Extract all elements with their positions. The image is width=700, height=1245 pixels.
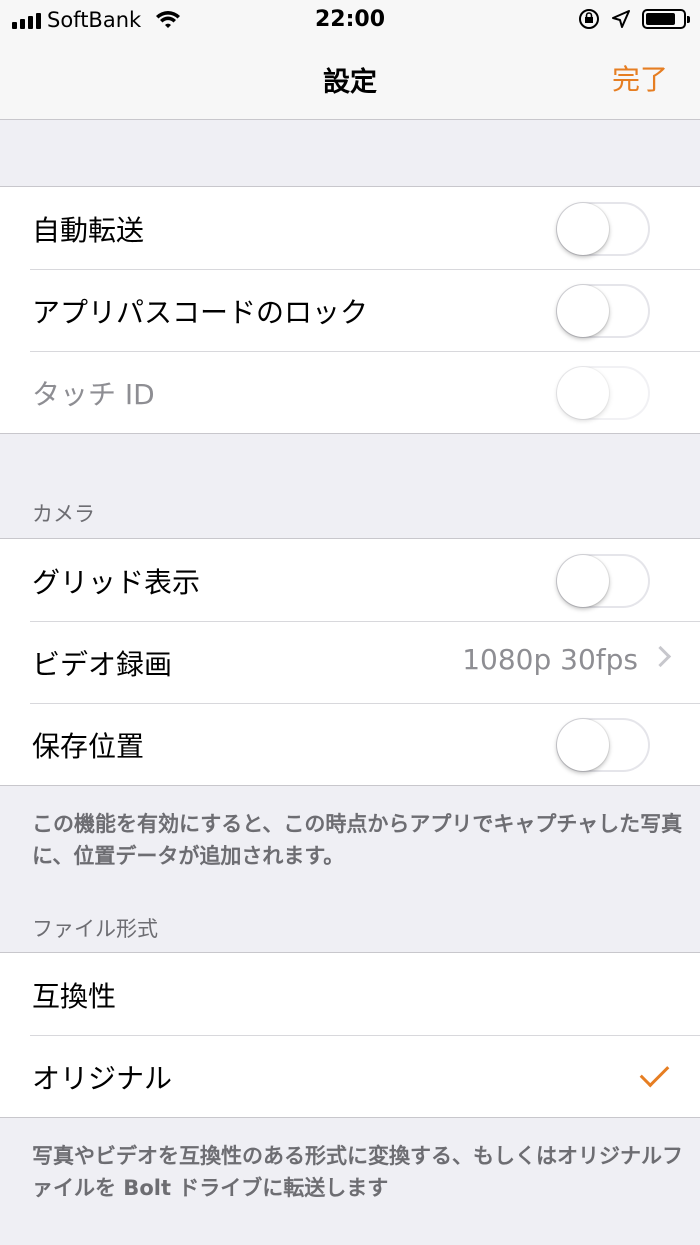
video-recording-label: ビデオ録画 [32,648,173,681]
file-format-footer-note: 写真やビデオを互換性のある形式に変換する、もしくはオリジナルファイルを Bolt… [32,1144,683,1200]
toggle-knob [557,203,609,255]
location-footer-note: この機能を有効にすると、この時点からアプリでキャプチャした写真に、位置データが追… [32,812,683,868]
video-recording-value: 1080p 30fps [462,643,638,676]
app-passcode-lock-label: アプリパスコードのロック [32,296,369,329]
compatible-option-label: 互換性 [32,980,117,1013]
touch-id-row: タッチ ID [0,351,700,433]
grid-display-row: グリッド表示 [0,539,700,621]
toggle-knob [557,719,609,771]
camera-settings-group: グリッド表示 ビデオ録画 1080p 30fps 保存位置 [0,538,700,786]
auto-transfer-toggle[interactable] [556,202,650,256]
save-location-row: 保存位置 [0,703,700,785]
original-option-label: オリジナル [32,1062,173,1095]
toggle-knob [557,285,609,337]
app-passcode-lock-row: アプリパスコードのロック [0,269,700,351]
battery-icon [642,9,690,29]
original-option-row[interactable]: オリジナル [0,1035,700,1117]
chevron-right-icon [649,645,672,668]
page-title: 設定 [323,67,377,98]
file-format-group: 互換性 オリジナル [0,952,700,1118]
navigation-bar: 設定 完了 [0,40,700,120]
toggle-knob [557,555,609,607]
auto-transfer-label: 自動転送 [32,214,145,247]
touch-id-label: タッチ ID [32,378,155,411]
orientation-lock-icon [579,9,599,29]
file-format-section-header: ファイル形式 [32,917,158,941]
touch-id-toggle [556,366,650,420]
done-button[interactable]: 完了 [612,58,668,98]
security-settings-group: 自動転送 アプリパスコードのロック タッチ ID [0,186,700,434]
location-arrow-icon [612,10,630,28]
grid-display-toggle[interactable] [556,554,650,608]
grid-display-label: グリッド表示 [32,566,201,599]
toggle-knob [557,367,609,419]
video-recording-row[interactable]: ビデオ録画 1080p 30fps [0,621,700,703]
save-location-label: 保存位置 [32,730,145,763]
auto-transfer-row: 自動転送 [0,187,700,269]
camera-section-header: カメラ [32,502,95,526]
save-location-toggle[interactable] [556,718,650,772]
status-bar: SoftBank 22:00 [0,0,700,40]
compatible-option-row[interactable]: 互換性 [0,953,700,1035]
app-passcode-lock-toggle[interactable] [556,284,650,338]
checkmark-icon [639,1057,670,1088]
